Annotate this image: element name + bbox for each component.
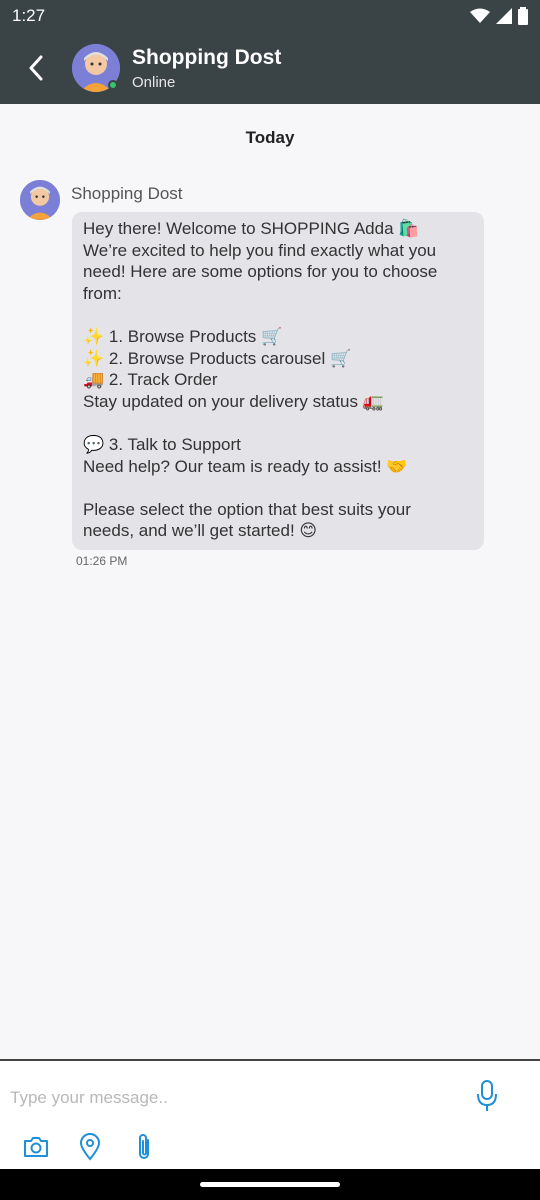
message-line: ✨ 1. Browse Products 🛒 xyxy=(83,326,283,346)
navigation-bar xyxy=(0,1169,540,1200)
composer xyxy=(0,1059,540,1169)
sender-avatar xyxy=(20,180,60,220)
message-line: Please select the option that best suits… xyxy=(83,499,411,519)
signal-icon xyxy=(496,8,512,24)
message-line: Need help? Our team is ready to assist! … xyxy=(83,456,408,476)
header-titles: Shopping Dost Online xyxy=(132,46,281,91)
bot-avatar[interactable] xyxy=(72,44,120,92)
attachment-icon xyxy=(139,1134,149,1159)
location-icon xyxy=(79,1133,101,1161)
message-line: 💬 3. Talk to Support xyxy=(83,434,241,454)
message-line: needs, and we’ll get started! 😊 xyxy=(83,521,318,541)
online-indicator xyxy=(108,80,118,90)
chat-header: Shopping Dost Online xyxy=(0,32,540,104)
message-input[interactable] xyxy=(10,1083,450,1113)
message-line: from: xyxy=(83,283,122,303)
sender-name: Shopping Dost xyxy=(71,184,183,203)
attachment-button[interactable] xyxy=(130,1133,158,1161)
message-time: 01:26 PM xyxy=(76,554,128,568)
battery-icon xyxy=(518,7,528,25)
message-bubble: Hey there! Welcome to SHOPPING Adda 🛍️ We… xyxy=(72,212,484,550)
message-line: 🚚 2. Track Order xyxy=(83,370,218,390)
message-line: need! Here are some options for you to c… xyxy=(83,262,438,282)
message-list[interactable]: Today Shopping Dost Hey there! Welcome t… xyxy=(0,104,540,1060)
date-separator: Today xyxy=(245,128,295,147)
message-line: Hey there! Welcome to SHOPPING Adda 🛍️ xyxy=(83,219,420,238)
microphone-icon xyxy=(477,1080,497,1111)
system-icons xyxy=(470,7,528,25)
message-line: We’re excited to help you find exactly w… xyxy=(83,240,437,260)
camera-icon xyxy=(24,1137,48,1157)
message-line: ✨ 2. Browse Products carousel 🛒 xyxy=(83,348,352,368)
status-time: 1:27 xyxy=(12,6,46,25)
chat-status: Online xyxy=(132,73,176,91)
camera-button[interactable] xyxy=(22,1133,50,1161)
home-indicator[interactable] xyxy=(200,1182,340,1187)
message-line xyxy=(83,477,474,499)
message-line xyxy=(83,412,474,434)
message-line xyxy=(83,304,474,326)
composer-tools xyxy=(22,1133,158,1161)
message-line: Stay updated on your delivery status 🚛 xyxy=(83,391,384,411)
location-button[interactable] xyxy=(76,1133,104,1161)
wifi-icon xyxy=(470,8,490,23)
back-button[interactable] xyxy=(0,32,72,104)
back-arrow-icon xyxy=(29,55,43,81)
chat-title: Shopping Dost xyxy=(132,45,282,69)
status-bar: 1:27 xyxy=(0,0,540,32)
mic-button[interactable] xyxy=(473,1079,501,1115)
